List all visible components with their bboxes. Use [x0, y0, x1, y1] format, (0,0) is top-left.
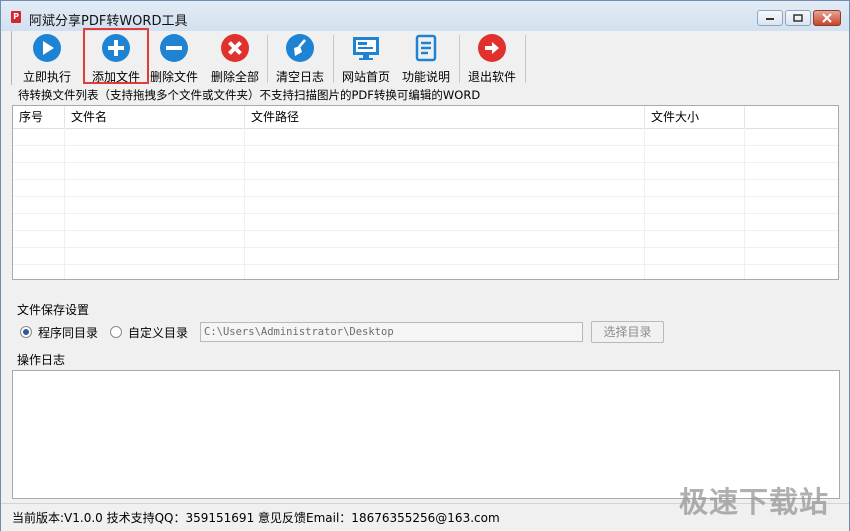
pdf-app-icon: P	[11, 11, 21, 23]
app-window: P 阿斌分享PDF转WORD工具 立即执行 添加文件 删除文件 删除全部 清空日…	[0, 0, 850, 531]
watermark-logo: 极速下载站	[678, 485, 829, 519]
close-icon	[221, 34, 249, 62]
save-settings-title: 文件保存设置	[17, 303, 90, 317]
toolbar-label: 清空日志	[275, 70, 324, 84]
close-icon	[822, 13, 832, 23]
window-title: 阿斌分享PDF转WORD工具	[29, 14, 188, 29]
toolbar: 立即执行 添加文件 删除文件 删除全部 清空日志 网站首页 功能说明 退出软件	[11, 28, 842, 85]
table-row	[13, 214, 838, 231]
minimize-icon	[766, 18, 774, 20]
toolbar-separator	[267, 35, 268, 83]
minimize-button[interactable]	[757, 10, 783, 26]
toolbar-label: 退出软件	[467, 70, 516, 84]
delete-all-button[interactable]: 删除全部	[208, 33, 262, 85]
table-row	[13, 248, 838, 265]
minus-icon	[160, 34, 188, 62]
table-row	[13, 146, 838, 163]
toolbar-label: 立即执行	[22, 70, 71, 84]
save-path-input[interactable]: C:\Users\Administrator\Desktop	[200, 322, 583, 342]
same-dir-radio[interactable]	[20, 326, 32, 338]
add-file-button[interactable]: 添加文件	[83, 28, 149, 84]
toolbar-separator	[459, 35, 460, 83]
broom-icon	[286, 34, 314, 62]
choose-directory-button[interactable]: 选择目录	[591, 321, 664, 343]
column-header-filesize[interactable]: 文件大小	[645, 106, 745, 128]
toolbar-separator	[525, 35, 526, 83]
table-row	[13, 197, 838, 214]
close-window-button[interactable]	[813, 10, 841, 26]
delete-file-button[interactable]: 删除文件	[149, 33, 199, 85]
table-row	[13, 180, 838, 197]
website-home-button[interactable]: 网站首页	[339, 33, 393, 85]
toolbar-separator	[333, 35, 334, 83]
plus-icon	[102, 34, 130, 62]
toolbar-label: 删除全部	[210, 70, 259, 84]
exit-button[interactable]: 退出软件	[465, 33, 519, 85]
play-icon	[33, 34, 61, 62]
custom-dir-label[interactable]: 自定义目录	[128, 324, 188, 341]
table-row	[13, 129, 838, 146]
file-list-hint: 待转换文件列表（支持拖拽多个文件或文件夹）不支持扫描图片的PDF转换可编辑的WO…	[18, 88, 481, 102]
monitor-icon	[353, 37, 379, 60]
toolbar-label: 删除文件	[149, 70, 198, 84]
same-dir-label[interactable]: 程序同目录	[38, 324, 98, 341]
title-bar: P 阿斌分享PDF转WORD工具	[1, 1, 849, 31]
toolbar-label: 添加文件	[91, 70, 140, 84]
table-header: 序号 文件名 文件路径 文件大小	[13, 106, 838, 129]
column-header-filename[interactable]: 文件名	[65, 106, 245, 128]
table-row	[13, 163, 838, 180]
maximize-button[interactable]	[785, 10, 811, 26]
document-icon	[415, 34, 437, 62]
column-header-index[interactable]: 序号	[13, 106, 65, 128]
column-header-filepath[interactable]: 文件路径	[245, 106, 645, 128]
status-text: 当前版本:V1.0.0 技术支持QQ：359151691 意见反馈Email：1…	[12, 511, 500, 525]
toolbar-label: 网站首页	[341, 70, 390, 84]
clear-log-button[interactable]: 清空日志	[273, 33, 327, 85]
maximize-icon	[793, 14, 803, 22]
execute-button[interactable]: 立即执行	[20, 33, 74, 85]
custom-dir-radio[interactable]	[110, 326, 122, 338]
toolbar-label: 功能说明	[401, 70, 450, 84]
log-title: 操作日志	[17, 353, 66, 367]
exit-icon	[478, 34, 506, 62]
table-row	[13, 231, 838, 248]
window-controls	[757, 10, 841, 26]
feature-help-button[interactable]: 功能说明	[399, 33, 453, 85]
file-table[interactable]: 序号 文件名 文件路径 文件大小	[12, 105, 839, 280]
